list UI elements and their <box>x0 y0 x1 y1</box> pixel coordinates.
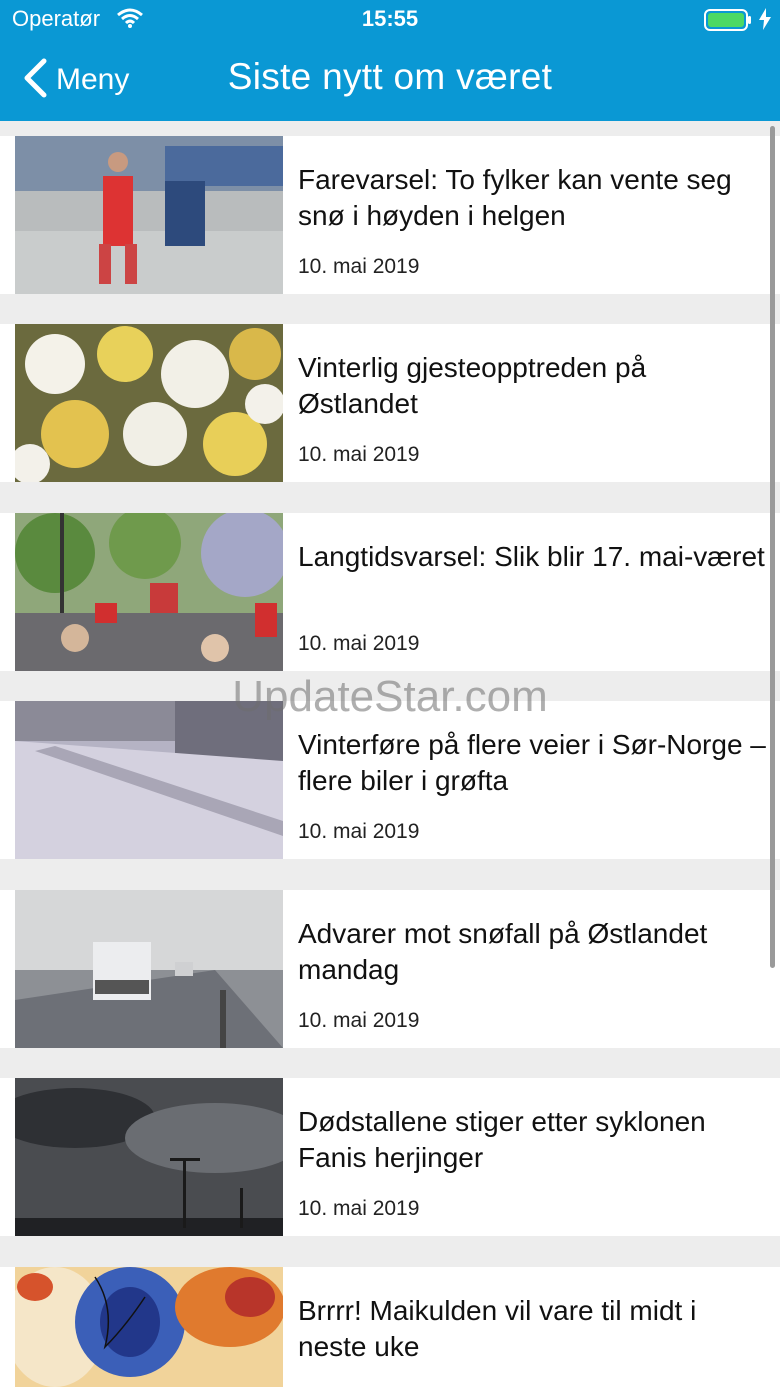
article-headline: Langtidsvarsel: Slik blir 17. mai-været <box>298 541 765 572</box>
article-headline: Dødstallene stiger etter syklonen Fanis … <box>298 1106 706 1173</box>
article-date: 10. mai 2019 <box>298 1197 420 1220</box>
article-headline: Farevarsel: To fylker kan vente seg snø … <box>298 164 732 231</box>
article-thumbnail <box>15 136 283 294</box>
article-row[interactable]: Vinterføre på flere veier i Sør-Norge – … <box>0 701 780 859</box>
article-date: 10. mai 2019 <box>298 255 420 278</box>
scrollbar[interactable] <box>770 126 775 968</box>
article-thumbnail <box>15 1267 283 1387</box>
article-row[interactable]: Advarer mot snøfall på Østlandet mandag … <box>0 890 780 1048</box>
article-row[interactable]: Vinterlig gjesteopptreden på Østlandet 1… <box>0 324 780 482</box>
battery-icon <box>704 9 752 36</box>
article-headline: Vinterføre på flere veier i Sør-Norge – … <box>298 729 766 796</box>
article-list[interactable]: Farevarsel: To fylker kan vente seg snø … <box>0 121 780 1387</box>
article-row[interactable]: Brrrr! Maikulden vil vare til midt i nes… <box>0 1267 780 1387</box>
page-title: Siste nytt om været <box>227 56 553 97</box>
article-row[interactable]: Langtidsvarsel: Slik blir 17. mai-været … <box>0 513 780 671</box>
article-thumbnail <box>15 513 283 671</box>
article-thumbnail <box>15 1078 283 1236</box>
status-bar: Operatør 15:55 <box>0 0 780 40</box>
article-headline: Brrrr! Maikulden vil vare til midt i nes… <box>298 1295 697 1362</box>
article-date: 10. mai 2019 <box>298 1009 420 1032</box>
article-thumbnail <box>15 701 283 859</box>
article-date: 10. mai 2019 <box>298 820 420 843</box>
article-headline: Vinterlig gjesteopptreden på Østlandet <box>298 352 647 419</box>
article-thumbnail <box>15 890 283 1048</box>
charging-icon <box>758 8 772 35</box>
article-row[interactable]: Farevarsel: To fylker kan vente seg snø … <box>0 136 780 294</box>
article-date: 10. mai 2019 <box>298 632 420 655</box>
article-thumbnail <box>15 324 283 482</box>
article-date: 10. mai 2019 <box>298 443 420 466</box>
article-row[interactable]: Dødstallene stiger etter syklonen Fanis … <box>0 1078 780 1236</box>
status-time: 15:55 <box>361 6 419 31</box>
article-headline: Advarer mot snøfall på Østlandet mandag <box>298 918 708 985</box>
navigation-header: Operatør 15:55 Meny Siste nytt om været <box>0 0 780 121</box>
